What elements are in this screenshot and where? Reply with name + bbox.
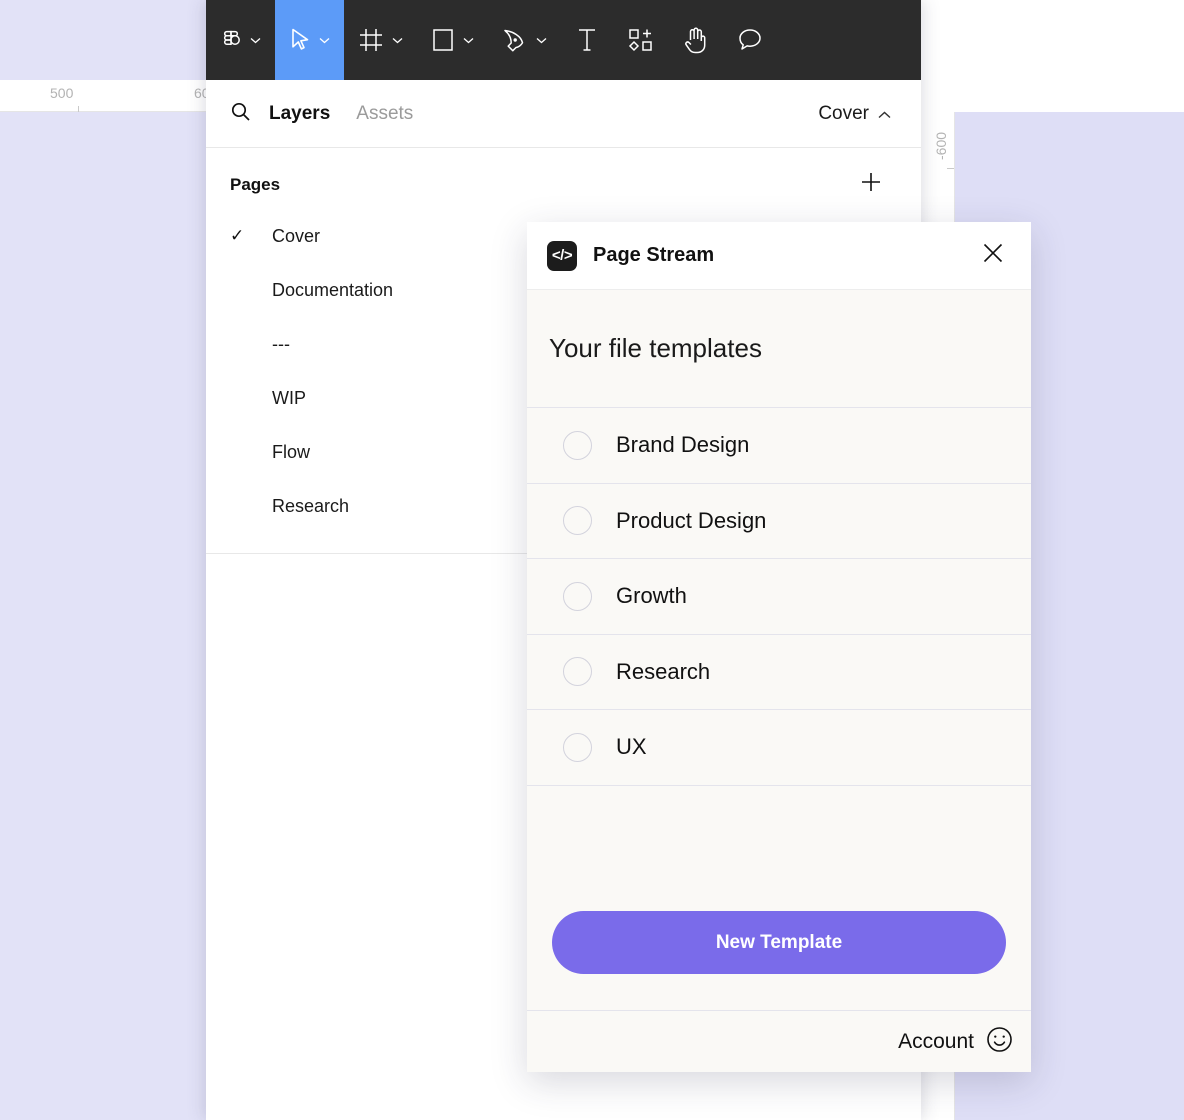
template-item-product-design[interactable]: Product Design xyxy=(527,484,1031,560)
radio-icon[interactable] xyxy=(563,431,592,460)
text-tool-icon xyxy=(575,26,599,54)
chevron-down-icon xyxy=(463,37,474,44)
pages-title: Pages xyxy=(230,175,280,195)
radio-icon[interactable] xyxy=(563,506,592,535)
plus-icon[interactable] xyxy=(859,170,897,199)
shape-tool[interactable] xyxy=(417,0,488,80)
plugin-modal: </> Page Stream Your file templates Bran… xyxy=(527,222,1031,1072)
ruler-label-500: 500 xyxy=(50,85,73,101)
panel-header: Layers Assets Cover xyxy=(206,80,921,148)
page-selector-label: Cover xyxy=(818,103,869,125)
page-title: Your file templates xyxy=(549,333,762,364)
smiley-face-icon[interactable] xyxy=(986,1026,1013,1058)
search-icon[interactable] xyxy=(230,101,251,127)
page-item-label: Research xyxy=(272,496,349,517)
ruler-tick-vertical xyxy=(947,168,954,169)
modal-action-area: New Template xyxy=(527,911,1031,1010)
modal-title: Page Stream xyxy=(593,244,714,267)
page-item-label: Flow xyxy=(272,442,310,463)
chevron-down-icon xyxy=(250,37,261,44)
comment-tool[interactable] xyxy=(723,0,777,80)
move-tool[interactable] xyxy=(275,0,344,80)
check-icon: ✓ xyxy=(230,226,272,246)
modal-spacer xyxy=(527,786,1031,912)
hand-tool-icon xyxy=(683,25,709,55)
new-template-button[interactable]: New Template xyxy=(552,911,1006,974)
page-selector[interactable]: Cover xyxy=(818,103,897,125)
template-item-ux[interactable]: UX xyxy=(527,710,1031,786)
chevron-up-icon xyxy=(878,103,891,125)
move-tool-icon xyxy=(289,27,311,53)
template-list: Brand Design Product Design Growth Resea… xyxy=(527,408,1031,786)
toolbar xyxy=(206,0,921,80)
modal-footer: Account xyxy=(527,1010,1031,1072)
chevron-down-icon xyxy=(319,37,330,44)
pen-tool[interactable] xyxy=(488,0,561,80)
frame-tool[interactable] xyxy=(344,0,417,80)
template-label: Brand Design xyxy=(616,432,749,458)
template-label: Research xyxy=(616,659,710,685)
modal-heading-block: Your file templates xyxy=(527,290,1031,408)
template-label: Growth xyxy=(616,583,687,609)
radio-icon[interactable] xyxy=(563,657,592,686)
close-icon[interactable] xyxy=(975,235,1011,276)
template-label: UX xyxy=(616,734,647,760)
page-item-label: --- xyxy=(272,334,290,355)
comment-tool-icon xyxy=(737,27,763,53)
frame-tool-icon xyxy=(358,27,384,53)
figma-logo-icon xyxy=(220,25,242,55)
pages-header: Pages xyxy=(206,148,921,209)
code-brackets-icon: </> xyxy=(547,241,577,271)
ruler-label-neg600: -600 xyxy=(933,132,949,160)
radio-icon[interactable] xyxy=(563,733,592,762)
page-item-label: Cover xyxy=(272,226,320,247)
template-item-research[interactable]: Research xyxy=(527,635,1031,711)
hand-tool[interactable] xyxy=(669,0,723,80)
tab-assets[interactable]: Assets xyxy=(356,103,413,125)
page-item-label: WIP xyxy=(272,388,306,409)
pen-tool-icon xyxy=(502,27,528,54)
modal-header: </> Page Stream xyxy=(527,222,1031,290)
text-tool[interactable] xyxy=(561,0,613,80)
template-item-growth[interactable]: Growth xyxy=(527,559,1031,635)
account-link[interactable]: Account xyxy=(898,1030,974,1054)
chevron-down-icon xyxy=(536,37,547,44)
tab-layers[interactable]: Layers xyxy=(269,103,330,125)
ruler-tick xyxy=(78,106,79,112)
radio-icon[interactable] xyxy=(563,582,592,611)
template-label: Product Design xyxy=(616,508,766,534)
shape-tool-icon xyxy=(431,26,455,54)
components-tool[interactable] xyxy=(613,0,669,80)
template-item-brand-design[interactable]: Brand Design xyxy=(527,408,1031,484)
components-tool-icon xyxy=(627,27,655,53)
chevron-down-icon xyxy=(392,37,403,44)
page-item-label: Documentation xyxy=(272,280,393,301)
figma-logo-tool[interactable] xyxy=(206,0,275,80)
